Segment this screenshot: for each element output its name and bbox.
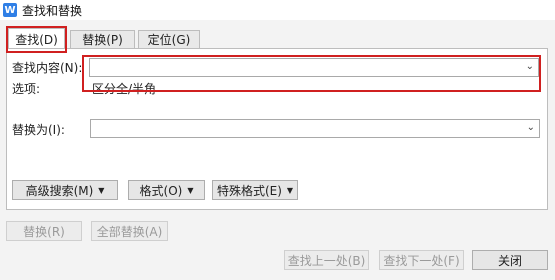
replace-with-combobox[interactable]: ⌄ [90, 119, 540, 138]
title-bar: W 查找和替换 [0, 0, 555, 20]
tab-find[interactable]: 查找(D) [8, 28, 65, 49]
tab-replace[interactable]: 替换(P) [70, 30, 135, 48]
caret-down-icon: ▼ [187, 185, 194, 195]
find-previous-button[interactable]: 查找上一处(B) [284, 250, 369, 270]
window-title: 查找和替换 [22, 3, 83, 18]
find-previous-label: 查找上一处(B) [287, 253, 366, 268]
chevron-down-icon[interactable]: ⌄ [526, 61, 534, 72]
caret-down-icon: ▼ [286, 185, 294, 195]
options-value: 区分全/半角 [92, 82, 157, 96]
format-button[interactable]: 格式(O) ▼ [128, 180, 205, 200]
find-what-label: 查找内容(N): [12, 61, 83, 75]
special-format-button[interactable]: 特殊格式(E) ▼ [212, 180, 298, 200]
close-button[interactable]: 关闭 [472, 250, 548, 270]
wps-writer-icon: W [3, 3, 17, 17]
replace-label: 替换(R) [23, 224, 65, 239]
find-what-combobox[interactable]: ⌄ [89, 58, 539, 77]
find-next-label: 查找下一处(F) [383, 253, 460, 268]
close-label: 关闭 [497, 253, 522, 268]
options-label: 选项: [12, 82, 41, 96]
tab-find-label: 查找(D) [15, 32, 58, 47]
chevron-down-icon[interactable]: ⌄ [527, 122, 535, 133]
advanced-search-label: 高级搜索(M) [25, 183, 94, 198]
find-next-button[interactable]: 查找下一处(F) [379, 250, 464, 270]
replace-button[interactable]: 替换(R) [6, 221, 82, 241]
tab-goto[interactable]: 定位(G) [138, 30, 200, 48]
special-format-label: 特殊格式(E) [216, 183, 282, 198]
replace-all-button[interactable]: 全部替换(A) [91, 221, 168, 241]
replace-with-label: 替换为(I): [12, 123, 65, 137]
advanced-search-button[interactable]: 高级搜索(M) ▼ [12, 180, 118, 200]
tab-goto-label: 定位(G) [147, 33, 191, 47]
caret-down-icon: ▼ [98, 185, 105, 195]
tab-replace-label: 替换(P) [82, 33, 123, 47]
replace-all-label: 全部替换(A) [96, 224, 163, 239]
find-replace-dialog: W 查找和替换 查找(D) 替换(P) 定位(G) 查找内容(N): ⌄ 选项:… [0, 0, 555, 280]
format-label: 格式(O) [139, 183, 183, 198]
